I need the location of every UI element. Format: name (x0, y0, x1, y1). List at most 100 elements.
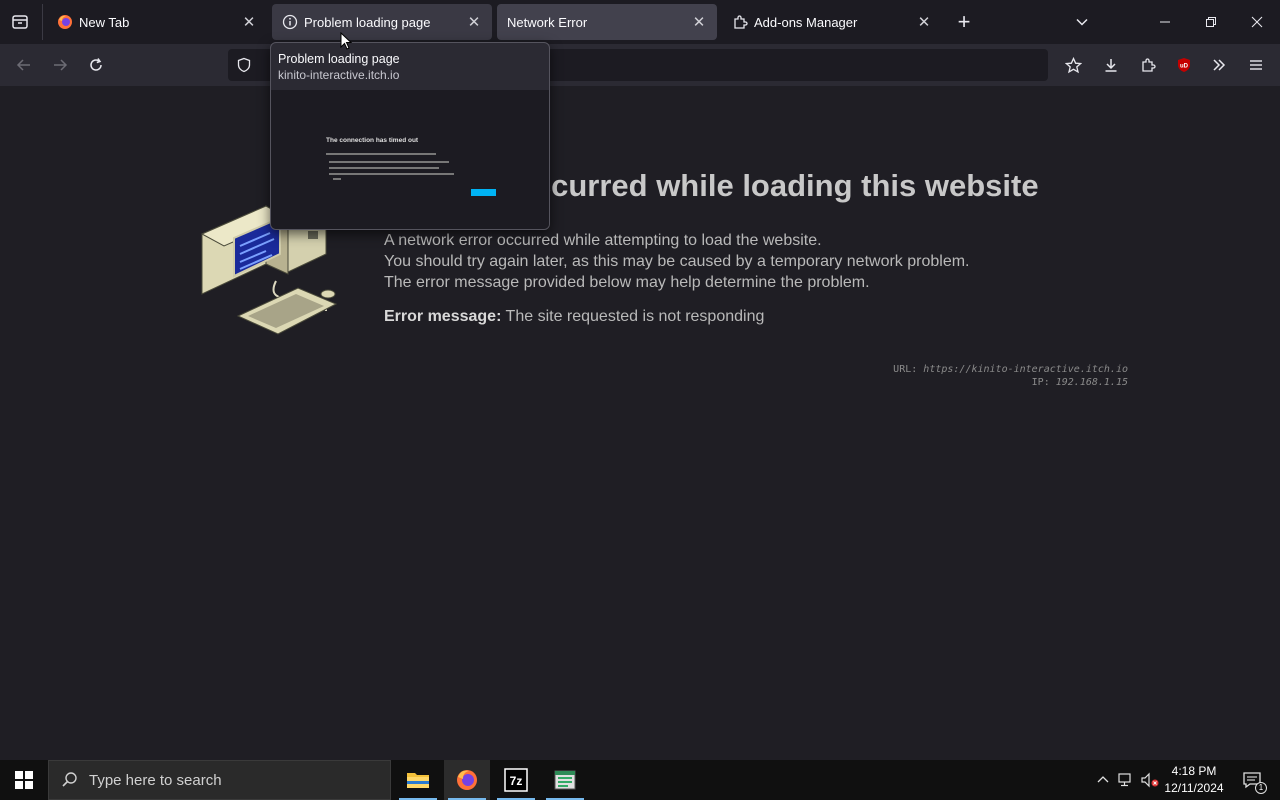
url-value: https://kinito-interactive.itch.io (923, 364, 1128, 375)
download-icon (1105, 59, 1117, 72)
taskbar-search-box[interactable]: Type here to search (48, 760, 391, 800)
tab-bar: New Tab ✕ Problem loading page ✕ Network… (0, 0, 1280, 44)
firefox-view-button[interactable] (6, 8, 34, 36)
reload-icon (90, 58, 102, 71)
tab-label: Add-ons Manager (754, 14, 858, 30)
back-button[interactable] (10, 51, 38, 79)
new-tab-button[interactable]: + (950, 8, 978, 36)
firefox-icon (57, 14, 73, 30)
more-tools-button[interactable] (1205, 51, 1233, 79)
clock-time: 4:18 PM (1171, 764, 1217, 778)
description-line: A network error occurred while attemptin… (384, 232, 822, 249)
volume-button[interactable] (1139, 760, 1161, 800)
7zip-taskbar-button[interactable]: 7z (493, 760, 539, 800)
search-placeholder: Type here to search (89, 771, 222, 789)
chevron-down-icon (1076, 18, 1088, 26)
forward-button[interactable] (46, 51, 74, 79)
preview-url: kinito-interactive.itch.io (278, 68, 400, 82)
ublock-shield-icon: uD (1178, 58, 1190, 72)
network-disconnected-icon (1118, 773, 1131, 787)
tab-label: Problem loading page (304, 14, 431, 30)
7zip-icon: 7z (504, 768, 528, 792)
tab-label: New Tab (79, 14, 130, 30)
system-clock[interactable]: 4:18 PM 12/11/2024 (1162, 763, 1226, 797)
close-tab-icon[interactable]: ✕ (912, 10, 936, 34)
description-line: The error message provided below may hel… (384, 274, 870, 291)
preview-thumbnail: The connection has timed out (271, 90, 549, 229)
speaker-muted-icon (1141, 772, 1159, 788)
tab-hover-preview: Problem loading page kinito-interactive.… (270, 42, 550, 230)
close-tab-icon[interactable]: ✕ (687, 10, 711, 34)
double-chevron-right-icon (1213, 59, 1226, 71)
puzzle-icon (1142, 58, 1156, 72)
ip-value: 192.168.1.15 (1055, 377, 1128, 388)
notification-badge: 1 (1255, 782, 1267, 794)
firefox-taskbar-button[interactable] (444, 760, 490, 800)
ublock-origin-button[interactable]: uD (1170, 51, 1198, 79)
forward-arrow-icon (54, 59, 68, 71)
downloads-button[interactable] (1097, 51, 1125, 79)
star-icon (1064, 56, 1082, 73)
plus-icon: + (957, 9, 971, 34)
close-icon (1251, 16, 1263, 28)
file-explorer-taskbar-button[interactable] (395, 760, 441, 800)
url-label: URL: (893, 364, 918, 375)
reload-button[interactable] (82, 51, 110, 79)
tab-addons-manager[interactable]: Add-ons Manager ✕ (722, 4, 942, 40)
folder-icon (407, 773, 429, 788)
minimize-button[interactable] (1151, 8, 1179, 36)
ip-label: IP: (1031, 377, 1050, 388)
error-description: A network error occurred while attemptin… (384, 230, 970, 293)
description-line: You should try again later, as this may … (384, 253, 970, 270)
preview-title: Problem loading page (278, 52, 400, 66)
search-icon (62, 772, 77, 787)
close-tab-icon[interactable]: ✕ (237, 10, 261, 34)
restore-icon (1206, 17, 1216, 27)
show-hidden-icons-button[interactable] (1094, 760, 1112, 800)
svg-text:7z: 7z (510, 774, 523, 788)
technical-info: URL: https://kinito-interactive.itch.io … (893, 363, 1128, 389)
mouse-cursor (340, 31, 353, 55)
navigation-toolbar: uD (0, 44, 1280, 86)
start-button[interactable] (0, 760, 48, 800)
network-status-button[interactable] (1116, 760, 1136, 800)
thumbnail-line (326, 153, 436, 155)
thumbnail-button (471, 189, 496, 196)
clock-date: 12/11/2024 (1164, 781, 1224, 795)
close-tab-icon[interactable]: ✕ (462, 10, 486, 34)
close-window-button[interactable] (1243, 8, 1271, 36)
shield-icon[interactable] (236, 57, 252, 78)
restore-button[interactable] (1197, 8, 1225, 36)
list-all-tabs-button[interactable] (1068, 8, 1096, 36)
error-message: Error message: The site requested is not… (384, 308, 764, 326)
tab-network-error[interactable]: Network Error ✕ (497, 4, 717, 40)
extensions-button[interactable] (1134, 51, 1162, 79)
windows-logo-icon (15, 771, 33, 789)
tab-label: Network Error (507, 14, 588, 30)
tab-problem-loading[interactable]: Problem loading page ✕ (272, 4, 492, 40)
page-content: An error occurred while loading this web… (0, 86, 1280, 760)
notification-center-button[interactable]: 1 (1232, 760, 1272, 800)
error-message-label: Error message: (384, 308, 502, 325)
chevron-up-icon (1097, 776, 1109, 783)
error-message-value: The site requested is not responding (505, 308, 765, 325)
firefox-view-icon (12, 15, 28, 29)
puzzle-icon (732, 14, 748, 30)
game-app-taskbar-button[interactable] (542, 760, 588, 800)
thumbnail-line (329, 173, 454, 175)
app-window-icon (554, 770, 576, 790)
hamburger-menu-icon (1250, 60, 1262, 70)
bookmark-star-button[interactable] (1059, 51, 1087, 79)
thumbnail-line (329, 167, 439, 169)
tab-new-tab[interactable]: New Tab ✕ (47, 4, 267, 40)
thumbnail-line (329, 161, 449, 163)
windows-taskbar: Type here to search 7z 4:18 PM 12/11/202… (0, 760, 1280, 800)
back-arrow-icon (16, 59, 30, 71)
tab-separator (42, 4, 43, 40)
svg-text:uD: uD (1180, 64, 1189, 70)
firefox-icon (457, 770, 477, 790)
thumbnail-heading: The connection has timed out (326, 137, 419, 144)
minimize-icon (1160, 21, 1170, 23)
info-icon (282, 14, 298, 30)
app-menu-button[interactable] (1242, 51, 1270, 79)
